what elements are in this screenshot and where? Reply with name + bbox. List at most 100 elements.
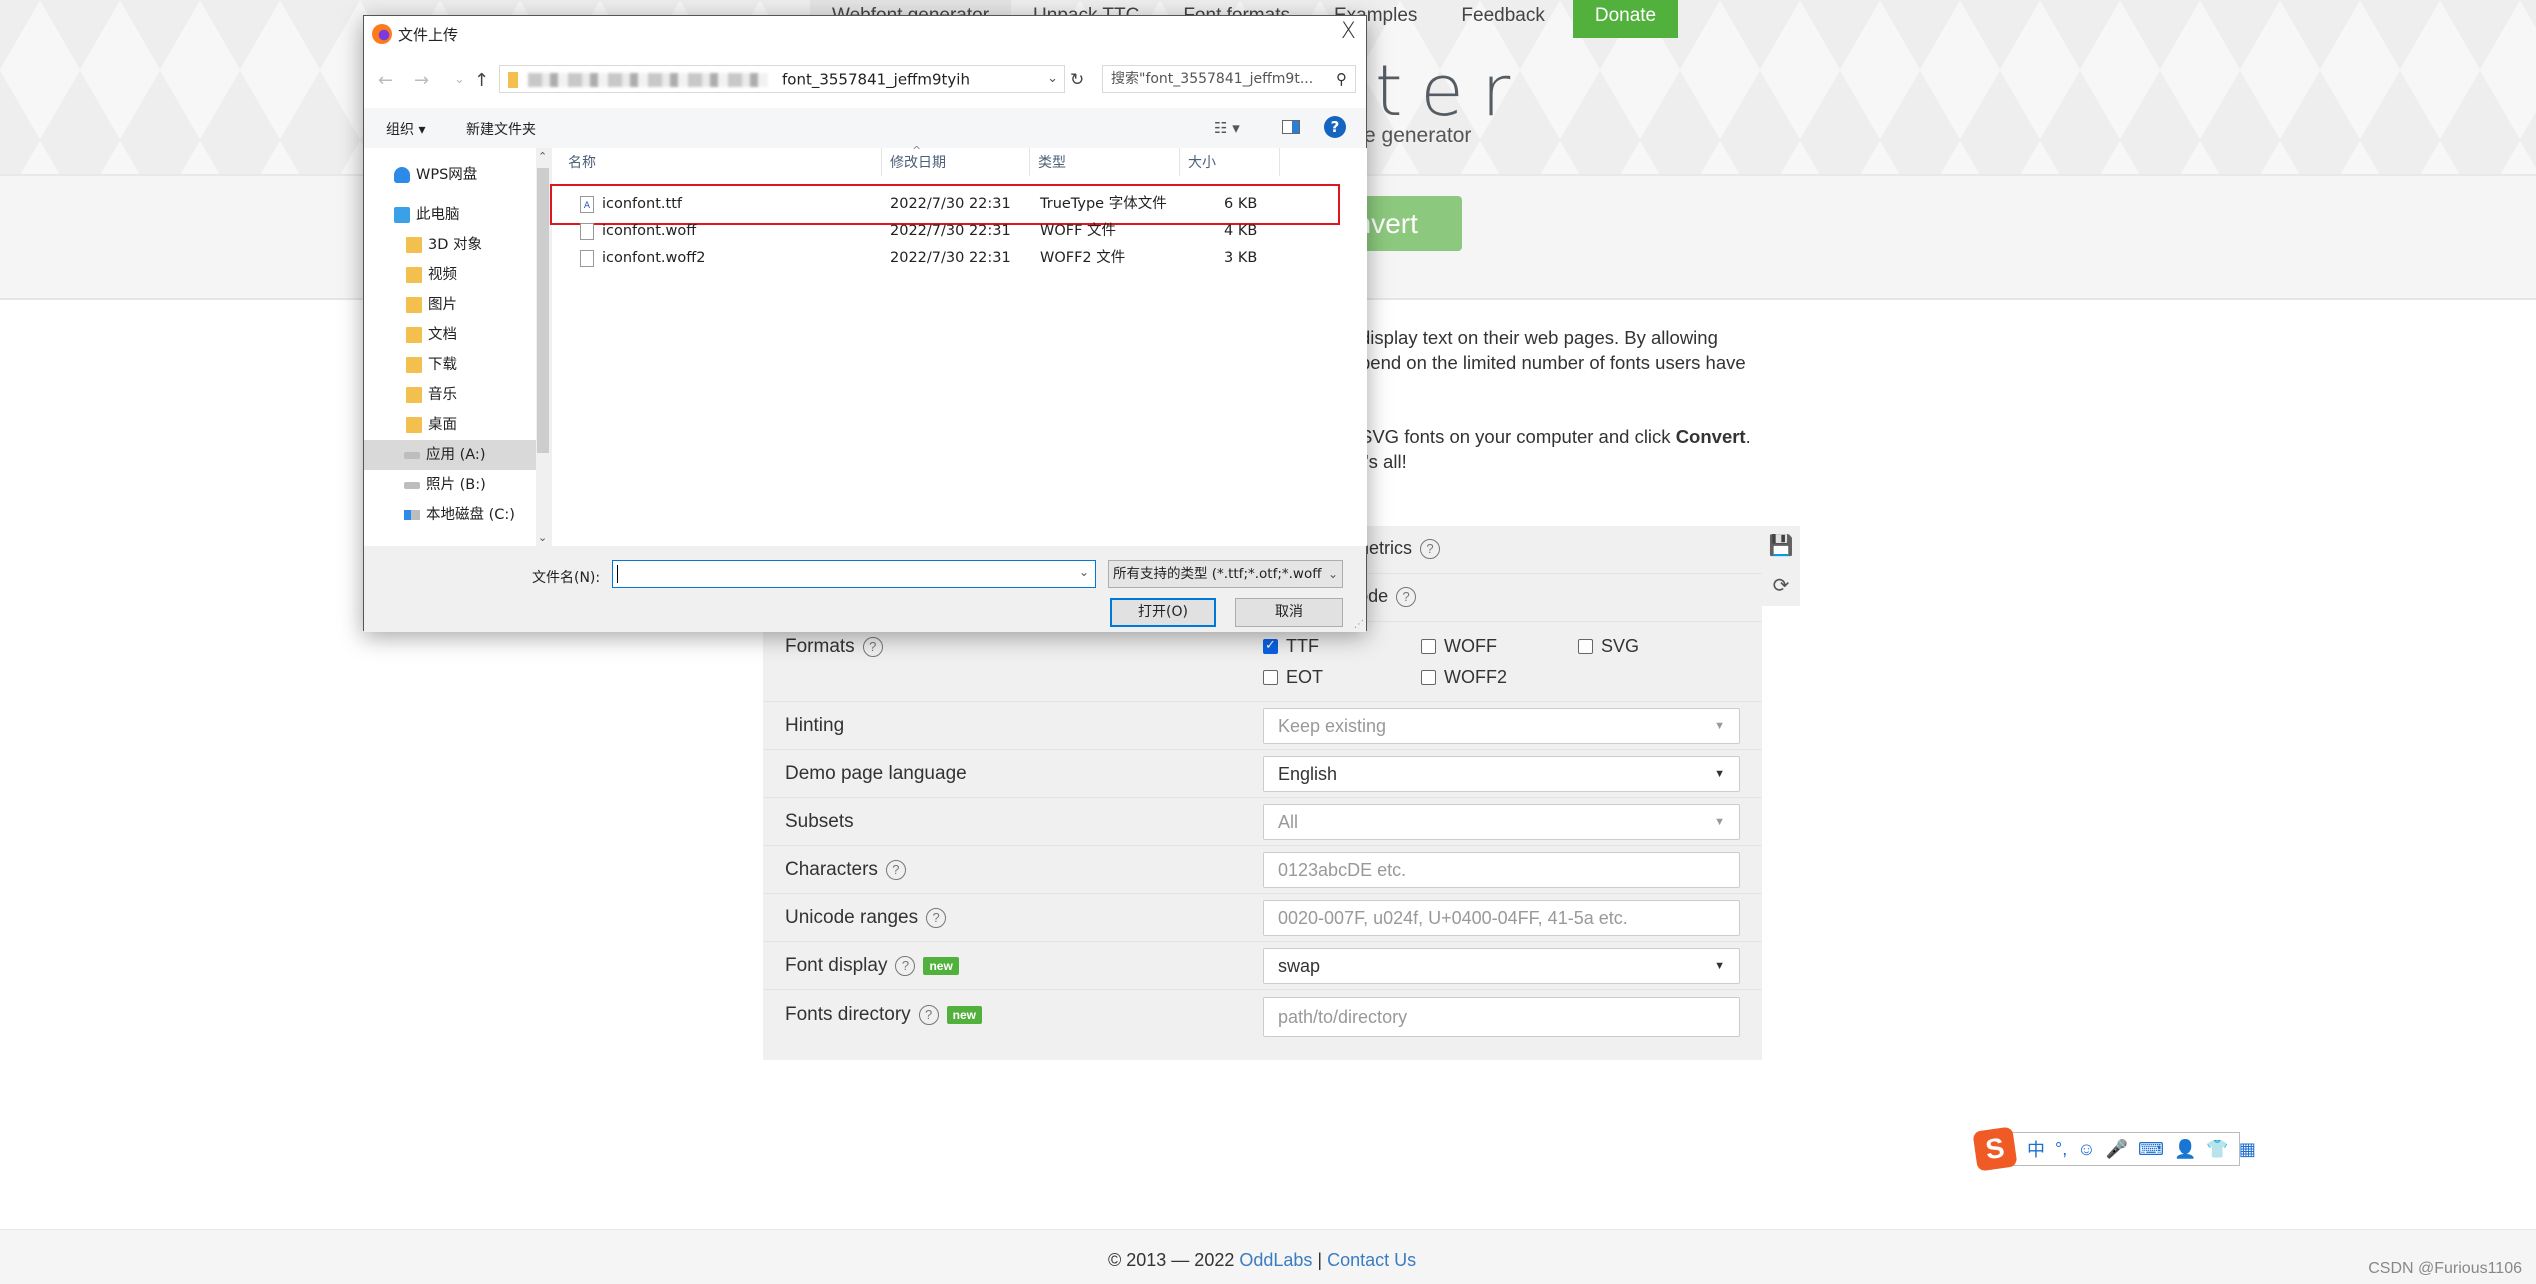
intro-line-4: t's all! bbox=[1360, 451, 1407, 472]
site-tagline: e generator bbox=[1364, 124, 1472, 147]
format-eot-checkbox[interactable]: EOT bbox=[1263, 667, 1323, 688]
reset-icon[interactable]: ⟳ bbox=[1762, 566, 1800, 606]
column-header-name[interactable]: 名称 bbox=[552, 148, 882, 176]
ime-punctuation-icon[interactable]: °, bbox=[2055, 1139, 2067, 1160]
dialog-footer: 文件名(N): ⌄ 所有支持的类型 (*.ttf;*.otf;*.woff ⌄ … bbox=[364, 546, 1366, 632]
site-logo-text: ter bbox=[1375, 50, 1529, 132]
format-woff2-checkbox[interactable]: WOFF2 bbox=[1421, 667, 1507, 688]
redacted-path bbox=[528, 72, 768, 87]
nav-item-3d-objects[interactable]: 3D 对象 bbox=[364, 230, 536, 260]
ime-voice-icon[interactable]: 🎤 bbox=[2106, 1139, 2128, 1160]
ime-user-icon[interactable]: 👤 bbox=[2174, 1139, 2196, 1160]
ime-keyboard-icon[interactable]: ⌨ bbox=[2138, 1139, 2164, 1160]
format-ttf-checkbox[interactable]: TTF bbox=[1263, 636, 1319, 657]
option-formats: Formats ? TTF WOFF SVG EOT WOFF2 bbox=[763, 622, 1762, 702]
nav-item-pictures[interactable]: 图片 bbox=[364, 290, 536, 320]
unicode-ranges-label: Unicode ranges? bbox=[785, 907, 947, 929]
ime-emoji-icon[interactable]: ☺ bbox=[2077, 1139, 2095, 1160]
nav-item-drive-b[interactable]: 照片 (B:) bbox=[364, 470, 536, 500]
filename-input[interactable]: ⌄ bbox=[612, 560, 1096, 588]
file-row[interactable]: iconfont.woff 2022/7/30 22:31 WOFF 文件 4 … bbox=[552, 218, 1342, 245]
sogou-logo-icon[interactable]: S bbox=[1972, 1126, 2018, 1172]
intro-line-2: bend on the limited number of fonts user… bbox=[1360, 352, 1746, 373]
search-input[interactable]: 搜索"font_3557841_jeffm9t... ⚲ bbox=[1102, 65, 1356, 93]
file-row[interactable]: iconfont.woff2 2022/7/30 22:31 WOFF2 文件 … bbox=[552, 245, 1342, 272]
view-options-icon[interactable]: ☷ ▾ bbox=[1214, 119, 1240, 137]
ime-toolbox-icon[interactable]: ▦ bbox=[2239, 1139, 2256, 1160]
intro-line-3: SVG fonts on your computer and click Con… bbox=[1360, 426, 1751, 447]
new-folder-button[interactable]: 新建文件夹 bbox=[466, 119, 536, 139]
nav-item-videos[interactable]: 视频 bbox=[364, 260, 536, 290]
footer: © 2013 — 2022 OddLabs | Contact Us CSDN … bbox=[0, 1229, 2536, 1284]
up-arrow-icon[interactable]: ↑ bbox=[474, 70, 489, 91]
donate-button[interactable]: Donate bbox=[1572, 0, 1679, 38]
recent-locations-icon[interactable]: ⌄ bbox=[454, 72, 465, 87]
forward-arrow-icon[interactable]: → bbox=[414, 70, 429, 91]
nav-item-music[interactable]: 音乐 bbox=[364, 380, 536, 410]
format-woff-checkbox[interactable]: WOFF bbox=[1421, 636, 1497, 657]
hinting-select[interactable]: Keep existing ▼ bbox=[1263, 708, 1740, 744]
characters-input[interactable]: 0123abcDE etc. bbox=[1263, 852, 1740, 888]
oddlabs-link[interactable]: OddLabs bbox=[1239, 1250, 1312, 1270]
computer-icon bbox=[394, 207, 410, 223]
nav-item-wps-cloud[interactable]: WPS网盘 bbox=[364, 160, 536, 190]
nav-feedback[interactable]: Feedback bbox=[1439, 0, 1566, 38]
unicode-ranges-input[interactable]: 0020-007F, u024f, U+0400-04FF, 41-5a etc… bbox=[1263, 900, 1740, 936]
organize-button[interactable]: 组织 ▾ bbox=[386, 119, 425, 139]
drive-icon bbox=[404, 451, 420, 459]
scroll-up-icon[interactable]: ⌃ bbox=[538, 150, 547, 163]
contact-us-link[interactable]: Contact Us bbox=[1327, 1250, 1416, 1270]
nav-item-drive-c[interactable]: 本地磁盘 (C:) bbox=[364, 500, 536, 530]
column-header-date[interactable]: 修改日期 bbox=[882, 148, 1030, 176]
chevron-down-icon: ▼ bbox=[1714, 768, 1725, 780]
help-icon[interactable]: ? bbox=[895, 956, 916, 976]
ime-chinese-mode-icon[interactable]: 中 bbox=[2027, 1136, 2045, 1162]
nav-item-drive-a[interactable]: 应用 (A:) bbox=[364, 440, 536, 470]
nav-pane-scrollbar[interactable]: ⌃ ⌄ bbox=[536, 148, 550, 546]
help-icon[interactable]: ? bbox=[1396, 586, 1417, 607]
nav-item-documents[interactable]: 文档 bbox=[364, 320, 536, 350]
option-demo-language: Demo page language English ▼ bbox=[763, 750, 1762, 798]
font-display-select[interactable]: swap ▼ bbox=[1263, 948, 1740, 984]
column-header-size[interactable]: 大小 bbox=[1180, 148, 1280, 176]
save-icon[interactable]: 💾 bbox=[1762, 526, 1800, 566]
dialog-titlebar[interactable]: 文件上传 X bbox=[364, 16, 1366, 52]
file-row[interactable]: A iconfont.ttf 2022/7/30 22:31 TrueType … bbox=[552, 191, 1342, 218]
scrollbar-thumb[interactable] bbox=[537, 168, 549, 453]
chevron-down-icon[interactable]: ⌄ bbox=[1079, 565, 1089, 579]
column-header-type[interactable]: 类型 bbox=[1030, 148, 1180, 176]
help-icon[interactable]: ? bbox=[926, 908, 947, 928]
ime-skin-icon[interactable]: 👕 bbox=[2206, 1139, 2228, 1160]
option-font-display: Font display? new swap ▼ bbox=[763, 942, 1762, 990]
help-icon[interactable]: ? bbox=[885, 860, 906, 880]
nav-item-this-pc[interactable]: 此电脑 bbox=[364, 200, 536, 230]
help-icon[interactable]: ? bbox=[1324, 116, 1346, 138]
checkbox-checked[interactable] bbox=[1263, 637, 1278, 654]
address-bar[interactable]: font_3557841_jeffm9tyih ⌄ bbox=[499, 65, 1065, 93]
subsets-select[interactable]: All ▼ bbox=[1263, 804, 1740, 840]
cancel-button[interactable]: 取消 bbox=[1235, 598, 1343, 627]
format-svg-checkbox[interactable]: SVG bbox=[1578, 636, 1639, 657]
fonts-directory-input[interactable]: path/to/directory bbox=[1263, 997, 1740, 1037]
scroll-down-icon[interactable]: ⌄ bbox=[538, 531, 547, 544]
folder-icon bbox=[406, 417, 422, 433]
chevron-down-icon[interactable]: ⌄ bbox=[1047, 66, 1058, 92]
nav-item-desktop[interactable]: 桌面 bbox=[364, 410, 536, 440]
open-button[interactable]: 打开(O) bbox=[1110, 598, 1216, 627]
chevron-down-icon: ▼ bbox=[1714, 816, 1725, 828]
formats-label: Formats ? bbox=[785, 636, 883, 658]
refresh-icon[interactable]: ↻ bbox=[1070, 70, 1084, 90]
help-icon[interactable]: ? bbox=[862, 637, 883, 657]
folder-icon bbox=[406, 327, 422, 343]
navigation-pane: WPS网盘 此电脑 3D 对象 视频 图片 文档 下载 音乐 桌面 应用 (A:… bbox=[364, 148, 550, 546]
preview-pane-icon[interactable] bbox=[1282, 120, 1300, 134]
help-icon[interactable]: ? bbox=[918, 1005, 939, 1025]
resize-grip-icon[interactable]: ⋰ bbox=[1354, 619, 1364, 630]
back-arrow-icon[interactable]: ← bbox=[378, 70, 393, 91]
hinting-label: Hinting bbox=[785, 715, 845, 736]
file-type-filter[interactable]: 所有支持的类型 (*.ttf;*.otf;*.woff ⌄ bbox=[1108, 560, 1343, 588]
close-icon[interactable]: X bbox=[1341, 19, 1356, 44]
demo-language-select[interactable]: English ▼ bbox=[1263, 756, 1740, 792]
nav-item-downloads[interactable]: 下载 bbox=[364, 350, 536, 380]
help-icon[interactable]: ? bbox=[1420, 538, 1441, 559]
